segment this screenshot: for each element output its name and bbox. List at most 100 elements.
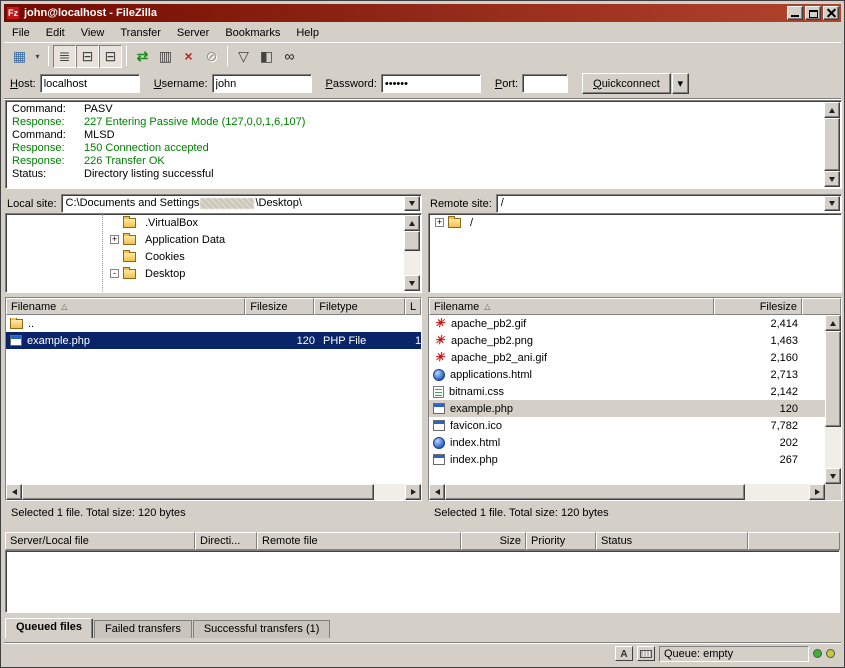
menu-file[interactable]: File [4,25,38,41]
column-direction[interactable]: Directi... [195,532,257,550]
local-tree-scrollbar[interactable] [404,215,420,291]
quickconnect-button[interactable]: Quickconnect [582,73,671,94]
column-status[interactable]: Status [596,532,748,550]
image-file-icon [433,317,446,330]
remote-path-combobox[interactable]: / [496,194,842,213]
file-row-selected[interactable]: example.php 120 PHP File 1 [6,332,421,349]
tree-item[interactable]: + / [429,214,841,231]
column-server-local-file[interactable]: Server/Local file [5,532,195,550]
toggle-transfer-queue-icon[interactable]: ▥ [154,45,177,68]
file-row[interactable]: favicon.ico 7,782 [429,417,825,434]
log-line: Response:227 Entering Passive Mode (127,… [8,116,823,129]
scroll-down-icon[interactable] [824,171,840,187]
expander-icon[interactable]: - [110,269,119,278]
tree-item[interactable]: - Desktop [6,265,421,282]
close-button[interactable] [823,6,839,20]
port-input[interactable] [522,74,568,93]
file-row[interactable]: applications.html 2,713 [429,366,825,383]
username-input[interactable] [212,74,312,93]
port-label: Port: [495,78,518,90]
column-filename[interactable]: Filename△ [6,298,245,315]
scroll-thumb[interactable] [404,231,420,251]
combobox-dropdown-icon[interactable] [824,196,840,211]
menu-edit[interactable]: Edit [38,25,73,41]
menu-view[interactable]: View [73,25,113,41]
file-row[interactable]: bitnami.css 2,142 [429,383,825,400]
find-files-icon[interactable]: ∞ [278,45,301,68]
local-directory-tree: .VirtualBox + Application Data Cookies -… [5,213,422,293]
scroll-up-icon[interactable] [404,215,420,231]
scroll-right-icon[interactable] [405,484,421,500]
expander-icon[interactable]: + [435,218,444,227]
maximize-button[interactable] [805,6,821,20]
toggle-remote-tree-icon[interactable]: ⊟ [99,45,122,68]
file-row[interactable]: .. [6,315,421,332]
column-size[interactable]: Size [461,532,526,550]
column-filesize[interactable]: Filesize [245,298,314,315]
tree-item[interactable]: + Application Data [6,231,421,248]
folder-icon [123,218,136,228]
scroll-right-icon[interactable] [809,484,825,500]
minimize-button[interactable] [787,6,803,20]
toggle-local-tree-icon[interactable]: ⊟ [76,45,99,68]
file-row-selected[interactable]: example.php 120 [429,400,825,417]
column-priority[interactable]: Priority [526,532,596,550]
scroll-down-icon[interactable] [404,275,420,291]
directory-comparison-icon[interactable]: ◧ [255,45,278,68]
window-title: john@localhost - FileZilla [24,7,157,19]
disconnect-icon[interactable]: × [177,45,200,68]
folder-icon [448,218,461,228]
tab-successful-transfers[interactable]: Successful transfers (1) [193,620,331,638]
tree-item[interactable]: Cookies [6,248,421,265]
menu-help[interactable]: Help [288,25,327,41]
scroll-thumb[interactable] [445,484,745,500]
scroll-down-icon[interactable] [825,468,841,484]
php-file-icon [10,335,22,346]
menu-transfer[interactable]: Transfer [112,25,169,41]
local-list-hscrollbar[interactable] [6,484,421,500]
scroll-thumb[interactable] [22,484,374,500]
scroll-left-icon[interactable] [6,484,22,500]
scrollbar-corner [825,484,841,500]
status-bar: Queue: empty [4,642,841,664]
menu-bookmarks[interactable]: Bookmarks [217,25,288,41]
scroll-thumb[interactable] [824,118,840,171]
file-row[interactable]: apache_pb2.png 1,463 [429,332,825,349]
scroll-left-icon[interactable] [429,484,445,500]
site-manager-dropdown-icon[interactable]: ▾ [31,45,44,68]
column-filename[interactable]: Filename△ [429,298,714,315]
tab-failed-transfers[interactable]: Failed transfers [94,620,192,638]
file-row[interactable]: index.html 202 [429,434,825,451]
queue-tabs: Queued files Failed transfers Successful… [5,617,330,638]
transfer-queue-list[interactable] [5,550,840,613]
file-row[interactable]: index.php 267 [429,451,825,468]
tree-item[interactable]: .VirtualBox [6,214,421,231]
site-manager-icon[interactable]: ▦ [8,45,31,68]
toggle-message-log-icon[interactable]: ≣ [53,45,76,68]
file-row[interactable]: apache_pb2.gif 2,414 [429,315,825,332]
expander-icon[interactable] [110,252,119,261]
expander-icon[interactable]: + [110,235,119,244]
host-input[interactable] [40,74,140,93]
filename-filters-icon[interactable]: ▽ [232,45,255,68]
php-file-icon [433,403,445,414]
column-remote-file[interactable]: Remote file [257,532,461,550]
remote-list-vscrollbar[interactable] [825,315,841,484]
scroll-up-icon[interactable] [824,102,840,118]
expander-icon[interactable] [110,218,119,227]
column-filesize[interactable]: Filesize [714,298,802,315]
column-last-modified[interactable]: L [405,298,421,315]
column-filetype[interactable]: Filetype [314,298,405,315]
scroll-thumb[interactable] [825,331,841,427]
local-path-combobox[interactable]: C:\Documents and Settings\Desktop\ [61,194,422,213]
refresh-icon[interactable]: ⇄ [131,45,154,68]
remote-list-hscrollbar[interactable] [429,484,825,500]
scroll-up-icon[interactable] [825,315,841,331]
menu-server[interactable]: Server [169,25,217,41]
file-row[interactable]: apache_pb2_ani.gif 2,160 [429,349,825,366]
tab-queued-files[interactable]: Queued files [5,618,93,638]
password-input[interactable] [381,74,481,93]
combobox-dropdown-icon[interactable] [404,196,420,211]
log-scrollbar[interactable] [824,102,840,187]
quickconnect-dropdown-icon[interactable]: ▾ [672,73,689,94]
